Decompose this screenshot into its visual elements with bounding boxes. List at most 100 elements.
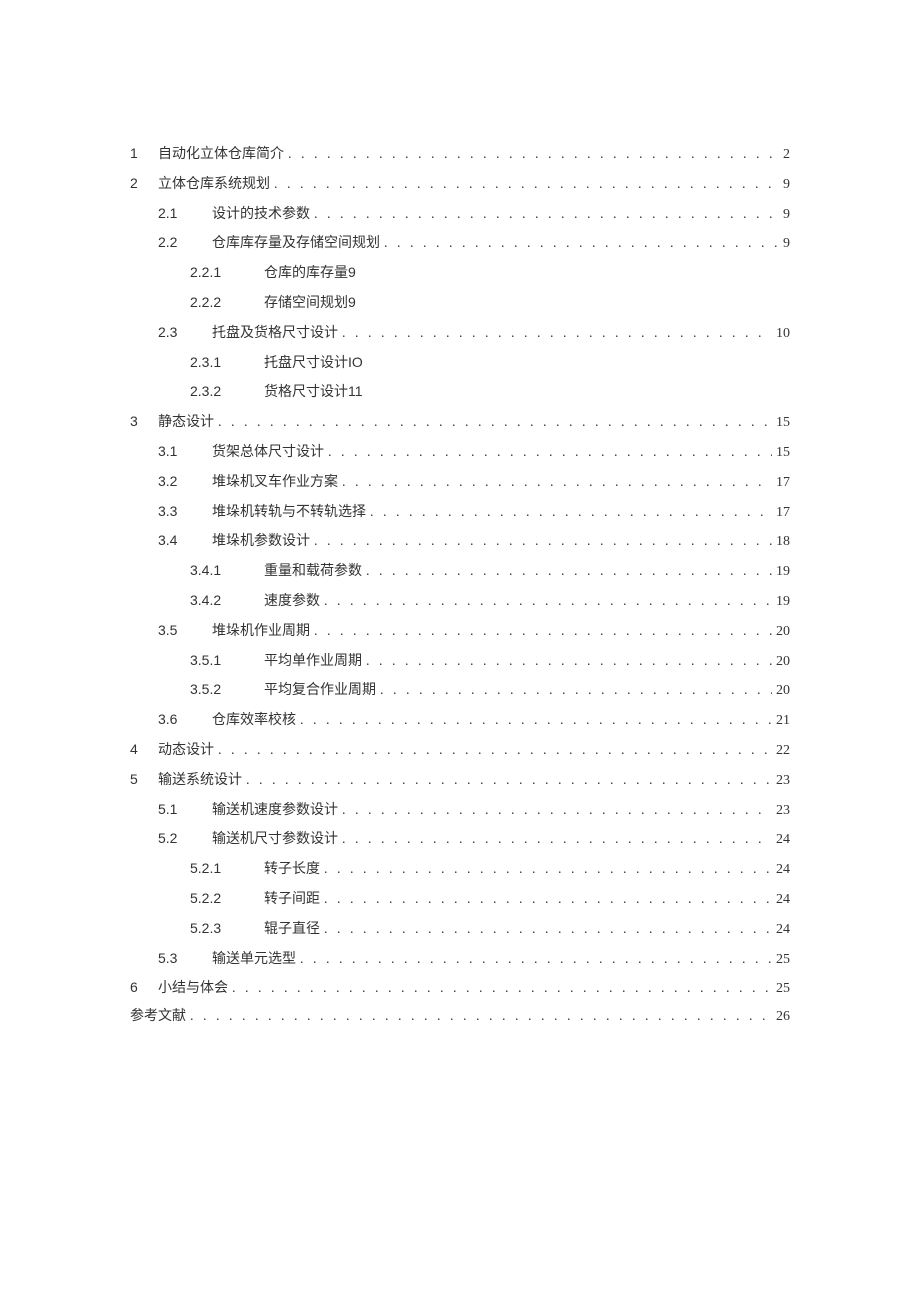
toc-entry: 5.2输送机尺寸参数设计24 (130, 830, 790, 849)
toc-number: 3.5 (158, 622, 212, 639)
toc-entry: 3.3堆垛机转轨与不转轨选择 17 (130, 503, 790, 522)
toc-leader-dots (370, 505, 772, 522)
toc-number: 2.3.1 (190, 354, 264, 371)
toc-title: 平均单作业周期 (264, 654, 362, 671)
toc-leader-dots (246, 773, 772, 790)
toc-entry: 参考文献26 (130, 1009, 790, 1026)
toc-title: 托盘及货格尺寸设计 (212, 326, 338, 343)
toc-entry: 2.1设计的技术参数9 (130, 205, 790, 224)
toc-number: 6 (130, 979, 158, 996)
toc-page-number: 15 (776, 445, 790, 462)
toc-page-number: 20 (776, 683, 790, 700)
toc-number: 2.1 (158, 205, 212, 222)
toc-leader-dots (342, 832, 772, 849)
toc-number: 1 (130, 145, 158, 162)
toc-page-number: 11 (348, 383, 363, 400)
toc-leader-dots (328, 445, 772, 462)
toc-leader-dots (324, 862, 772, 879)
toc-leader-dots (342, 326, 772, 343)
toc-page-number: 9 (348, 294, 356, 311)
toc-title: 输送机尺寸参数设计 (212, 832, 338, 849)
toc-leader-dots (366, 654, 772, 671)
toc-leader-dots (314, 207, 779, 224)
toc-leader-dots (300, 952, 772, 969)
toc-number: 2.2 (158, 234, 212, 251)
toc-entry: 2.3托盘及货格尺寸设计 10 (130, 324, 790, 343)
toc-number: 2.2.1 (190, 264, 264, 281)
toc-number: 5.3 (158, 950, 212, 967)
toc-page-number: 15 (776, 415, 790, 432)
toc-title: 自动化立体仓库简介 (158, 147, 284, 164)
toc-number: 3.4.2 (190, 592, 264, 609)
toc-leader-dots (274, 177, 779, 194)
toc-title: 输送单元选型 (212, 952, 296, 969)
toc-leader-dots (218, 743, 772, 760)
toc-number: 4 (130, 741, 158, 758)
table-of-contents: 1自动化立体仓库简介22立体仓库系统规划92.1设计的技术参数92.2仓库库存量… (130, 145, 790, 1026)
toc-title: 堆垛机参数设计 (212, 534, 310, 551)
toc-title: 仓库效率校核 (212, 713, 296, 730)
toc-entry: 2.2.1仓库的库存量9 (130, 264, 790, 283)
toc-title: 存储空间规划 (264, 296, 348, 313)
toc-title: 仓库库存量及存储空间规划 (212, 236, 380, 253)
toc-leader-dots (380, 683, 772, 700)
toc-title: 输送系统设计 (158, 773, 242, 790)
toc-leader-dots (342, 803, 772, 820)
toc-entry: 5.2.1转子长度 24 (130, 860, 790, 879)
toc-title: 平均复合作业周期 (264, 683, 376, 700)
toc-title: 参考文献 (130, 1009, 186, 1026)
toc-title: 辊子直径 (264, 922, 320, 939)
toc-entry: 3.6仓库效率校核21 (130, 711, 790, 730)
toc-page-number: 24 (776, 892, 790, 909)
toc-page-number: 2 (783, 147, 790, 164)
toc-title: 转子间距 (264, 892, 320, 909)
toc-title: 货格尺寸设计 (264, 385, 348, 402)
toc-number: 5.2.2 (190, 890, 264, 907)
toc-title: 货架总体尺寸设计 (212, 445, 324, 462)
toc-number: 3.1 (158, 443, 212, 460)
toc-title: 输送机速度参数设计 (212, 803, 338, 820)
toc-page-number: 20 (776, 624, 790, 641)
toc-page-number: 17 (776, 505, 790, 522)
toc-page-number: 9 (783, 236, 790, 253)
toc-leader-dots (218, 415, 772, 432)
toc-number: 3 (130, 413, 158, 430)
toc-entry: 6小结与体会25 (130, 979, 790, 998)
toc-entry: 5.2.3辊子直径24 (130, 920, 790, 939)
toc-leader-dots (288, 147, 779, 164)
toc-entry: 3.2堆垛机叉车作业方案17 (130, 473, 790, 492)
toc-entry: 3.4.2速度参数19 (130, 592, 790, 611)
toc-number: 5.2.3 (190, 920, 264, 937)
toc-title: 设计的技术参数 (212, 207, 310, 224)
toc-page-number: 24 (776, 862, 790, 879)
toc-number: 3.6 (158, 711, 212, 728)
toc-leader-dots (324, 892, 772, 909)
toc-page-number: 24 (776, 832, 790, 849)
toc-number: 5.2.1 (190, 860, 264, 877)
toc-title: 小结与体会 (158, 981, 228, 998)
toc-entry: 3.5.2平均复合作业周期20 (130, 681, 790, 700)
toc-page-number: 20 (776, 654, 790, 671)
toc-leader-dots (232, 981, 772, 998)
toc-leader-dots (342, 475, 772, 492)
toc-leader-dots (324, 594, 772, 611)
toc-entry: 2立体仓库系统规划9 (130, 175, 790, 194)
toc-leader-dots (314, 534, 772, 551)
toc-leader-dots (384, 236, 779, 253)
toc-page-number: 17 (776, 475, 790, 492)
toc-entry: 5.3输送单元选型25 (130, 950, 790, 969)
toc-entry: 2.2.2存储空间规划9 (130, 294, 790, 313)
toc-number: 3.5.1 (190, 652, 264, 669)
toc-title: 堆垛机转轨与不转轨选择 (212, 505, 366, 522)
toc-title: 转子长度 (264, 862, 320, 879)
toc-entry: 3.4.1重量和载荷参数19 (130, 562, 790, 581)
toc-page-number: 10 (776, 326, 790, 343)
toc-page-number: 22 (776, 743, 790, 760)
toc-title: 重量和载荷参数 (264, 564, 362, 581)
toc-number: 5.1 (158, 801, 212, 818)
toc-page-number: 19 (776, 594, 790, 611)
toc-number: 2.3 (158, 324, 212, 341)
toc-entry: 3静态设计15 (130, 413, 790, 432)
toc-number: 3.3 (158, 503, 212, 520)
toc-leader-dots (314, 624, 772, 641)
